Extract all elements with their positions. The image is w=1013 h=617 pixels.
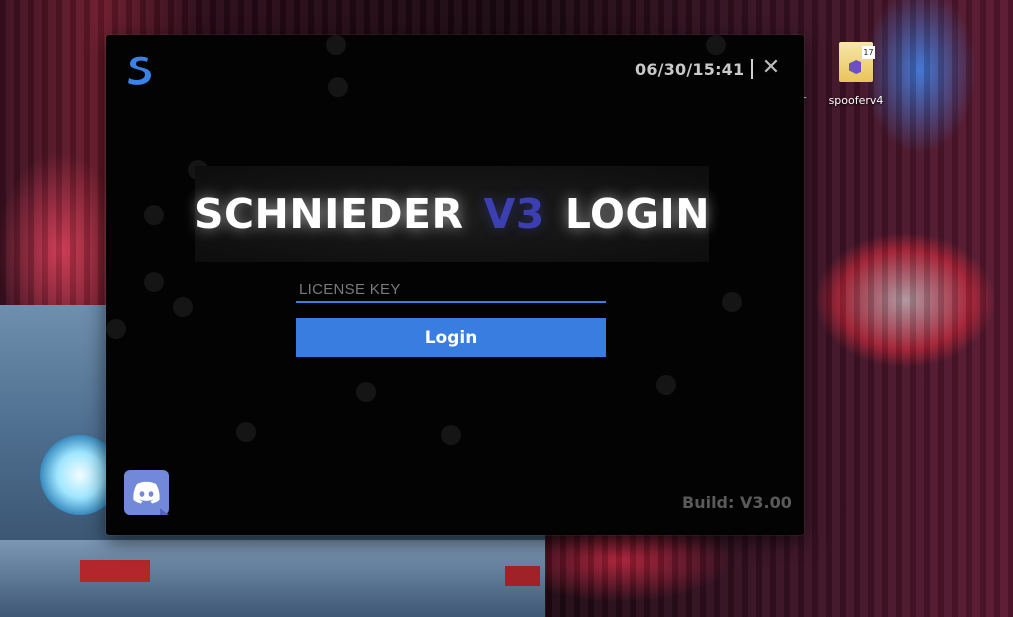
title-left: SCHNIEDER (193, 190, 464, 238)
title-right: LOGIN (564, 190, 711, 238)
background-dot (706, 35, 726, 55)
wallpaper-car-taillight (505, 566, 540, 586)
background-dot (236, 422, 256, 442)
background-dot (144, 272, 164, 292)
background-dot (356, 382, 376, 402)
login-button[interactable]: Login (296, 318, 606, 357)
background-dot (106, 319, 126, 339)
titlebar-separator (751, 59, 753, 79)
background-dot (722, 292, 742, 312)
background-dot (441, 425, 461, 445)
login-window: 06/30/15:41 ✕ SCHNIEDER V3 LOGIN Login Bui… (106, 35, 804, 535)
close-icon[interactable]: ✕ (761, 57, 781, 79)
discord-icon (133, 481, 169, 515)
folder-badge: 17 (862, 46, 875, 59)
discord-button[interactable] (124, 470, 169, 515)
visual-studio-icon (849, 60, 861, 74)
background-dot (656, 375, 676, 395)
s-logo-icon (128, 56, 151, 85)
build-version: Build: V3.00 (682, 493, 792, 512)
title-version: V3 (483, 190, 545, 238)
datetime-display: 06/30/15:41 (635, 60, 745, 79)
title-banner: SCHNIEDER V3 LOGIN (194, 166, 710, 262)
desktop-icon-label: spooferv4 (828, 94, 884, 107)
page-title: SCHNIEDER V3 LOGIN (194, 190, 710, 238)
background-dot (144, 205, 164, 225)
background-dot (326, 35, 346, 55)
license-key-input[interactable] (296, 277, 606, 303)
background-dot (328, 77, 348, 97)
folder-icon: 17 (839, 42, 875, 82)
desktop-icon-spooferv4[interactable]: 17 spooferv4 (826, 42, 886, 107)
wallpaper-car-taillight (80, 560, 150, 582)
background-dot (173, 297, 193, 317)
